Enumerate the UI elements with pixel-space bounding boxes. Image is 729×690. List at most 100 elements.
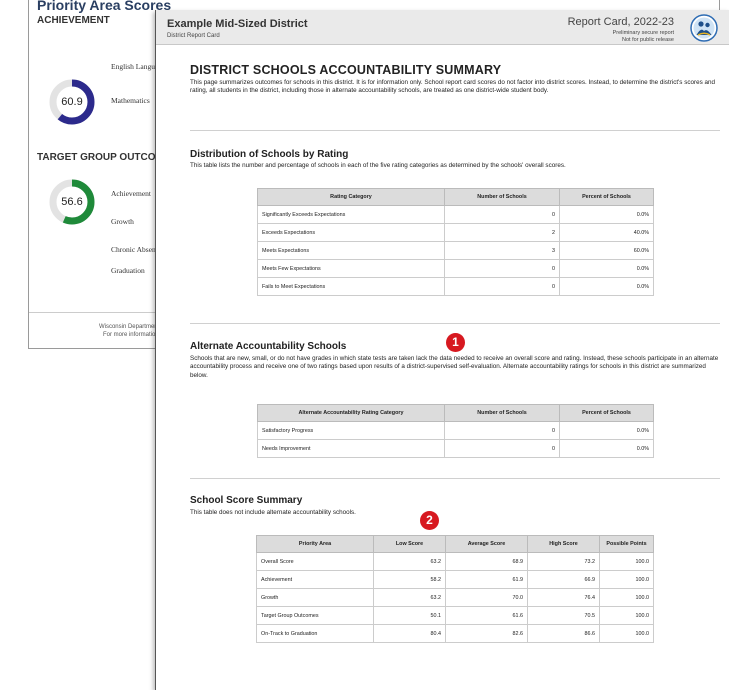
table-row: Meets Few Expectations 0 0.0% bbox=[257, 259, 654, 278]
table-cell: Significantly Exceeds Expectations bbox=[257, 205, 445, 224]
divider-3 bbox=[190, 478, 720, 479]
table-cell: Satisfactory Progress bbox=[257, 421, 445, 440]
distribution-text: This table lists the number and percenta… bbox=[190, 162, 566, 169]
table-row: Exceeds Expectations 2 40.0% bbox=[257, 223, 654, 242]
table-cell: Achievement bbox=[256, 570, 374, 589]
district-report-card-label: District Report Card bbox=[167, 33, 220, 39]
table-cell: Meets Few Expectations bbox=[257, 259, 445, 278]
column-header: Rating Category bbox=[257, 188, 445, 206]
table-row: Growth 63.2 70.0 76.4 100.0 bbox=[256, 588, 654, 607]
target-item-graduation: Graduation bbox=[111, 266, 145, 275]
table-cell: 70.0 bbox=[445, 588, 528, 607]
table-row: Overall Score 63.2 68.9 73.2 100.0 bbox=[256, 552, 654, 571]
table-cell: 100.0 bbox=[599, 606, 654, 625]
callout-marker-1: 1 bbox=[446, 333, 465, 352]
table-cell: Meets Expectations bbox=[257, 241, 445, 260]
score-summary-table: Priority Area Low Score Average Score Hi… bbox=[256, 535, 654, 643]
table-row: Needs Improvement 0 0.0% bbox=[257, 439, 654, 458]
table-cell: 40.0% bbox=[559, 223, 654, 242]
column-header: Low Score bbox=[373, 535, 446, 553]
table-cell: 0 bbox=[444, 439, 560, 458]
score-summary-title: School Score Summary bbox=[190, 495, 303, 506]
achievement-score-ring: 60.9 bbox=[49, 79, 95, 125]
table-cell: 86.6 bbox=[527, 624, 600, 643]
table-cell: 58.2 bbox=[373, 570, 446, 589]
alternate-table: Alternate Accountability Rating Category… bbox=[257, 404, 654, 458]
column-header: Number of Schools bbox=[444, 404, 560, 422]
table-header-row: Alternate Accountability Rating Category… bbox=[257, 404, 654, 422]
table-cell: 0 bbox=[444, 277, 560, 296]
column-header: Number of Schools bbox=[444, 188, 560, 206]
table-cell: 82.6 bbox=[445, 624, 528, 643]
summary-title: DISTRICT SCHOOLS ACCOUNTABILITY SUMMARY bbox=[190, 63, 502, 77]
table-cell: 3 bbox=[444, 241, 560, 260]
table-cell: 63.2 bbox=[373, 588, 446, 607]
report-header: Example Mid-Sized District District Repo… bbox=[156, 10, 729, 45]
table-row: Satisfactory Progress 0 0.0% bbox=[257, 421, 654, 440]
preliminary-notice: Preliminary secure report Not for public… bbox=[613, 30, 674, 44]
target-group-score-value: 56.6 bbox=[61, 196, 83, 208]
divider-1 bbox=[190, 130, 720, 131]
achievement-heading: ACHIEVEMENT bbox=[37, 15, 110, 26]
table-cell: 0 bbox=[444, 259, 560, 278]
table-cell: 2 bbox=[444, 223, 560, 242]
callout-marker-2: 2 bbox=[420, 511, 439, 530]
achievement-item-math: Mathematics bbox=[111, 96, 150, 105]
column-header: Percent of Schools bbox=[559, 404, 654, 422]
wisconsin-dpi-logo-icon bbox=[690, 14, 718, 42]
district-name: Example Mid-Sized District bbox=[167, 18, 308, 30]
table-cell: 76.4 bbox=[527, 588, 600, 607]
table-cell: 0.0% bbox=[559, 277, 654, 296]
table-row: Achievement 58.2 61.9 66.9 100.0 bbox=[256, 570, 654, 589]
table-cell: Target Group Outcomes bbox=[256, 606, 374, 625]
table-cell: 68.9 bbox=[445, 552, 528, 571]
table-cell: Fails to Meet Expectations bbox=[257, 277, 445, 296]
table-cell: 63.2 bbox=[373, 552, 446, 571]
table-cell: 100.0 bbox=[599, 624, 654, 643]
table-row: Fails to Meet Expectations 0 0.0% bbox=[257, 277, 654, 296]
table-cell: Overall Score bbox=[256, 552, 374, 571]
target-item-growth: Growth bbox=[111, 217, 134, 226]
table-cell: 50.1 bbox=[373, 606, 446, 625]
table-cell: 0 bbox=[444, 205, 560, 224]
table-cell: On-Track to Graduation bbox=[256, 624, 374, 643]
table-header-row: Rating Category Number of Schools Percen… bbox=[257, 188, 654, 206]
table-cell: 100.0 bbox=[599, 552, 654, 571]
column-header: Priority Area bbox=[256, 535, 374, 553]
report-card-year: Report Card, 2022-23 bbox=[567, 16, 674, 28]
divider-2 bbox=[190, 323, 720, 324]
table-row: On-Track to Graduation 80.4 82.6 86.6 100.0 bbox=[256, 624, 654, 643]
column-header: Average Score bbox=[445, 535, 528, 553]
table-cell: Exceeds Expectations bbox=[257, 223, 445, 242]
table-row: Significantly Exceeds Expectations 0 0.0% bbox=[257, 205, 654, 224]
table-cell: 0.0% bbox=[559, 259, 654, 278]
table-cell: 0 bbox=[444, 421, 560, 440]
table-cell: 80.4 bbox=[373, 624, 446, 643]
distribution-title: Distribution of Schools by Rating bbox=[190, 149, 349, 160]
column-header: Alternate Accountability Rating Category bbox=[257, 404, 445, 422]
table-cell: 100.0 bbox=[599, 588, 654, 607]
table-cell: 60.0% bbox=[559, 241, 654, 260]
distribution-table: Rating Category Number of Schools Percen… bbox=[257, 188, 654, 296]
priority-area-scores-title: Priority Area Scores bbox=[37, 0, 172, 13]
table-cell: 100.0 bbox=[599, 570, 654, 589]
table-cell: 0.0% bbox=[559, 439, 654, 458]
table-row: Target Group Outcomes 50.1 61.6 70.5 100.0 bbox=[256, 606, 654, 625]
column-header: Percent of Schools bbox=[559, 188, 654, 206]
target-group-score-ring: 56.6 bbox=[49, 179, 95, 225]
achievement-score-value: 60.9 bbox=[61, 96, 83, 108]
table-cell: Needs Improvement bbox=[257, 439, 445, 458]
table-cell: 61.9 bbox=[445, 570, 528, 589]
prelim-line-2: Not for public release bbox=[622, 37, 674, 43]
column-header: Possible Points bbox=[599, 535, 654, 553]
table-header-row: Priority Area Low Score Average Score Hi… bbox=[256, 535, 654, 553]
district-report-page: Example Mid-Sized District District Repo… bbox=[155, 10, 729, 690]
table-cell: 0.0% bbox=[559, 205, 654, 224]
table-cell: Growth bbox=[256, 588, 374, 607]
table-cell: 61.6 bbox=[445, 606, 528, 625]
column-header: High Score bbox=[527, 535, 600, 553]
alternate-title: Alternate Accountability Schools bbox=[190, 341, 347, 352]
table-row: Meets Expectations 3 60.0% bbox=[257, 241, 654, 260]
summary-text: This page summarizes outcomes for school… bbox=[190, 79, 715, 95]
alternate-text: Schools that are new, small, or do not h… bbox=[190, 355, 719, 379]
